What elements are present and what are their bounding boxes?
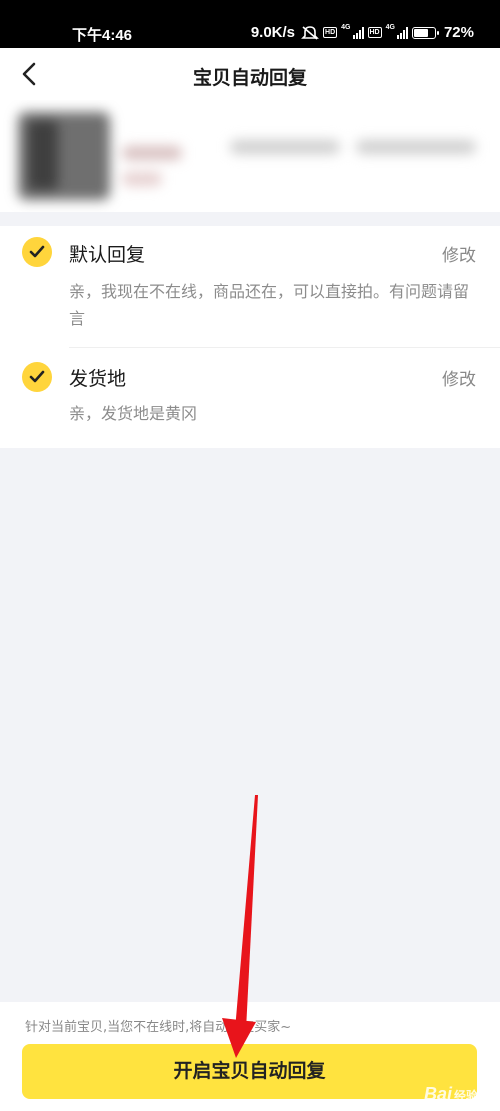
product-card-blurred [0,100,500,212]
status-bar: 下午4:46 9.0K/s HD 4G HD 4G 72% [0,0,500,48]
4g-signal-icon [396,26,408,39]
blurred-line [122,172,162,186]
nav-bar: 宝贝自动回复 [0,48,500,100]
status-time: 下午4:46 [72,27,133,44]
4g-label-icon: 4G [385,24,395,31]
hd-icon: HD [367,27,382,38]
footer-hint: 针对当前宝贝,当您不在线时,将自动回复买家~ [25,1020,292,1035]
checkbox-checked[interactable] [22,362,52,392]
checkbox-checked[interactable] [22,237,52,267]
edit-link[interactable]: 修改 [442,365,476,390]
reply-title: 发货地 [69,368,127,390]
4g-signal-icon [352,26,364,39]
reply-title: 默认回复 [69,244,146,266]
status-icons: 9.0K/s HD 4G HD 4G 72% [251,24,474,41]
reply-item-default: 默认回复 修改 亲，我现在不在线，商品还在，可以直接拍。有问题请留言 [0,226,500,348]
edit-link[interactable]: 修改 [442,241,476,266]
blurred-content [0,100,500,212]
product-thumbnail [18,112,110,200]
mute-icon [301,25,319,40]
enable-auto-reply-button[interactable]: 开启宝贝自动回复 [22,1044,477,1099]
4g-label-icon: 4G [341,24,351,31]
blurred-line [122,146,182,160]
reply-body: 亲，我现在不在线，商品还在，可以直接拍。有问题请留言 [69,282,470,328]
reply-body: 亲，发货地是黄冈 [69,404,198,423]
check-icon [29,370,45,383]
section-divider [0,212,500,226]
battery-percent: 72% [443,24,474,41]
battery-icon [411,26,439,39]
watermark-suffix: 经验 [453,1089,478,1103]
page-title: 宝贝自动回复 [192,67,307,89]
check-icon [29,245,45,258]
network-speed: 9.0K/s [250,24,296,41]
reply-list: 默认回复 修改 亲，我现在不在线，商品还在，可以直接拍。有问题请留言 发货地 修… [0,226,500,448]
baidu-watermark-logo: Bai 经验 [424,1084,478,1105]
reply-item-shipping: 发货地 修改 亲，发货地是黄冈 [0,348,500,448]
blurred-line [230,140,340,154]
blurred-line [356,140,476,154]
watermark-brand: Bai [423,1084,452,1104]
hd-icon: HD [323,27,338,38]
bottom-bar: 针对当前宝贝,当您不在线时,将自动回复买家~ 开启宝贝自动回复 Bai 经验 [0,1002,500,1111]
